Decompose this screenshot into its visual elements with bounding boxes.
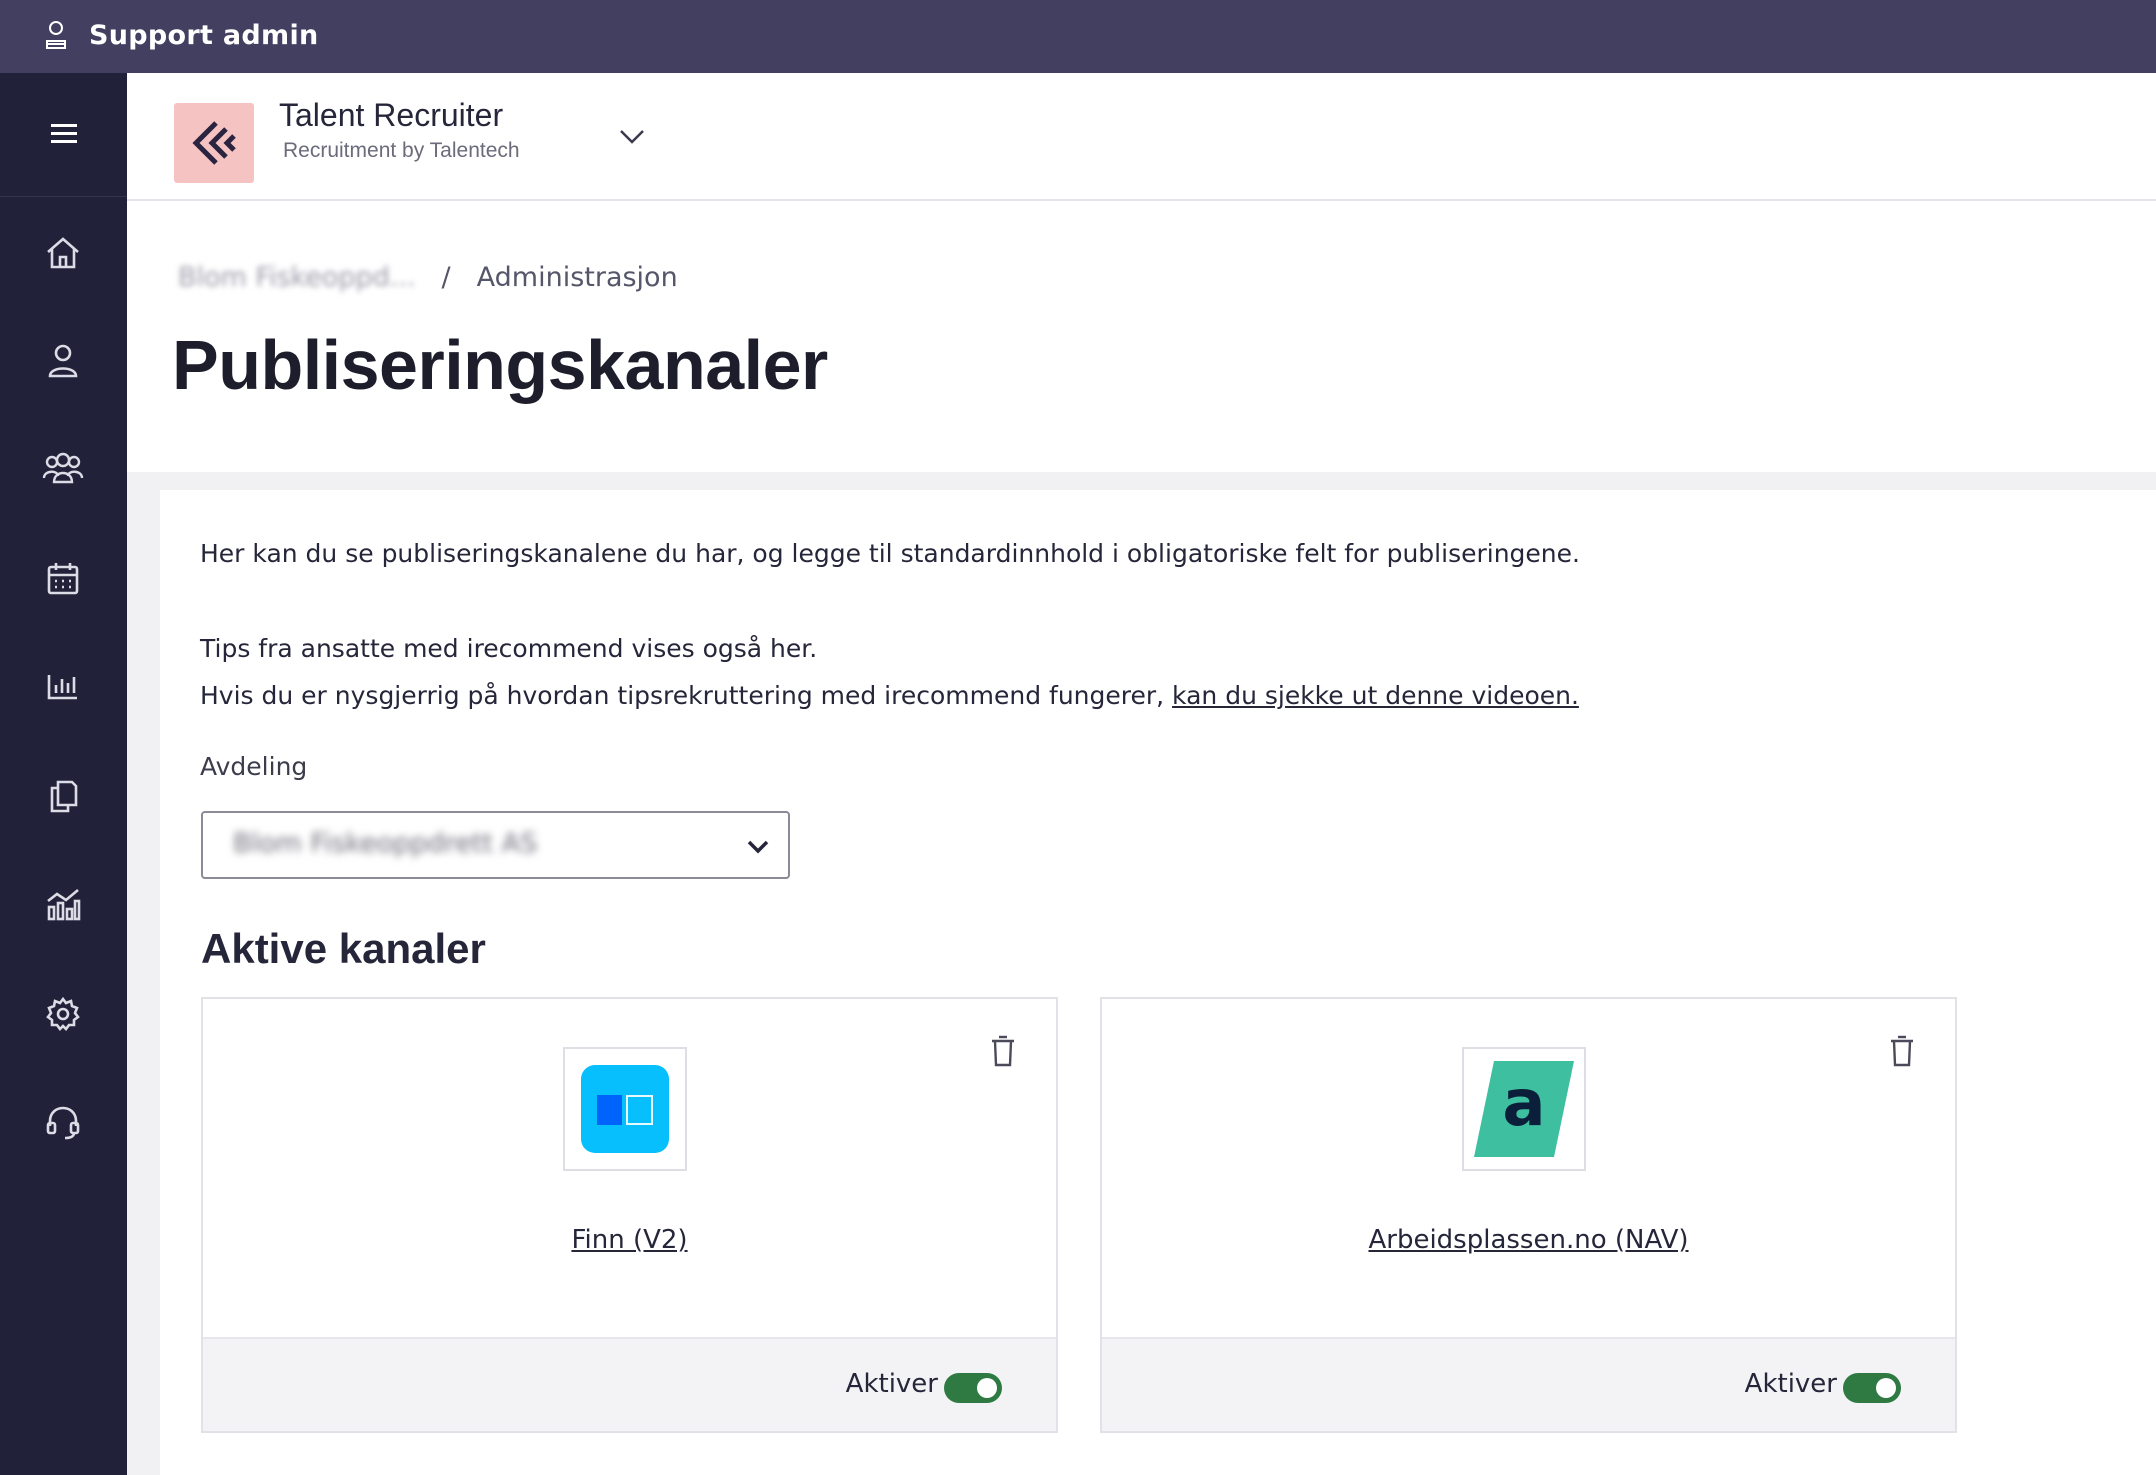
- finn-card-footer: Aktiver: [203, 1337, 1056, 1431]
- sidebar: [0, 73, 127, 1475]
- department-select[interactable]: Blom Fiskeoppdrett AS: [201, 811, 790, 879]
- sidebar-item-home[interactable]: [40, 230, 86, 276]
- app-switcher-chevron-icon[interactable]: [615, 119, 649, 153]
- channel-card-finn: Finn (V2) Aktiver: [201, 997, 1058, 1433]
- support-admin-icon: [44, 19, 68, 51]
- arbeidsplassen-aktiver-label: Aktiver: [1744, 1369, 1837, 1399]
- app-header: Talent Recruiter Recruitment by Talentec…: [127, 73, 2156, 201]
- video-text: Hvis du er nysgjerrig på hvordan tipsrek…: [200, 678, 1579, 714]
- arbeidsplassen-channel-link[interactable]: Arbeidsplassen.no (NAV): [1102, 1225, 1955, 1255]
- svg-text:a: a: [1502, 1067, 1545, 1141]
- sidebar-item-candidates[interactable]: [40, 338, 86, 384]
- calendar-icon: [47, 563, 79, 595]
- talent-recruiter-logo[interactable]: [174, 103, 254, 183]
- support-admin-bar: Support admin: [0, 0, 2156, 73]
- home-icon: [47, 237, 79, 269]
- toggle-knob: [977, 1378, 997, 1398]
- app-title: Talent Recruiter: [279, 97, 504, 133]
- finn-logo-icon: [581, 1065, 669, 1153]
- breadcrumb-current: Administrasjon: [476, 262, 678, 293]
- finn-aktiver-label: Aktiver: [845, 1369, 938, 1399]
- sidebar-item-settings[interactable]: [40, 991, 86, 1037]
- settings-icon: [46, 996, 80, 1031]
- sidebar-item-team[interactable]: [40, 446, 86, 492]
- chevron-down-icon: [747, 840, 769, 854]
- support-admin-label: Support admin: [89, 20, 319, 51]
- menu-toggle-button[interactable]: [0, 73, 127, 197]
- sidebar-item-calendar[interactable]: [40, 556, 86, 602]
- page-title: Publiseringskanaler: [172, 326, 828, 404]
- arbeidsplassen-logo-icon: a: [1474, 1061, 1574, 1157]
- documents-icon: [50, 780, 78, 813]
- delete-finn-trash-icon[interactable]: [988, 1033, 1018, 1069]
- talentech-logo-icon: [192, 121, 236, 165]
- department-label: Avdeling: [200, 752, 308, 781]
- tips-text: Tips fra ansatte med irecommend vises og…: [200, 634, 818, 663]
- breadcrumb-separator: /: [441, 262, 451, 293]
- channel-card-arbeidsplassen: a Arbeidsplassen.no (NAV) Aktiver: [1100, 997, 1957, 1433]
- sidebar-item-support[interactable]: [40, 1099, 86, 1145]
- intro-text: Her kan du se publiseringskanalene du ha…: [200, 539, 1580, 568]
- delete-arbeidsplassen-trash-icon[interactable]: [1887, 1033, 1917, 1069]
- video-text-prefix: Hvis du er nysgjerrig på hvordan tipsrek…: [200, 681, 1173, 710]
- sidebar-item-documents[interactable]: [40, 773, 86, 819]
- department-select-value: Blom Fiskeoppdrett AS: [233, 828, 538, 859]
- analytics-icon: [47, 889, 81, 921]
- sidebar-item-analytics[interactable]: [40, 881, 86, 927]
- arbeidsplassen-active-toggle[interactable]: [1843, 1373, 1901, 1403]
- sidebar-item-reports[interactable]: [40, 663, 86, 709]
- users-icon: [42, 452, 84, 484]
- user-icon: [48, 344, 78, 378]
- breadcrumb-parent-link[interactable]: Blom Fiskeoppd...: [178, 262, 416, 293]
- bar-chart-icon: [47, 675, 77, 700]
- finn-logo: [563, 1047, 687, 1171]
- breadcrumb: Blom Fiskeoppd... / Administrasjon: [178, 262, 678, 293]
- support-headset-icon: [46, 1106, 80, 1140]
- app-subtitle: Recruitment by Talentech: [283, 139, 520, 162]
- video-link[interactable]: kan du sjekke ut denne videoen.: [1172, 681, 1579, 710]
- active-channels-heading: Aktive kanaler: [201, 925, 486, 972]
- finn-active-toggle[interactable]: [944, 1373, 1002, 1403]
- finn-channel-link[interactable]: Finn (V2): [203, 1225, 1056, 1255]
- hamburger-icon: [51, 124, 77, 143]
- toggle-knob: [1876, 1378, 1896, 1398]
- arbeidsplassen-logo: a: [1462, 1047, 1586, 1171]
- arbeidsplassen-card-footer: Aktiver: [1102, 1337, 1955, 1431]
